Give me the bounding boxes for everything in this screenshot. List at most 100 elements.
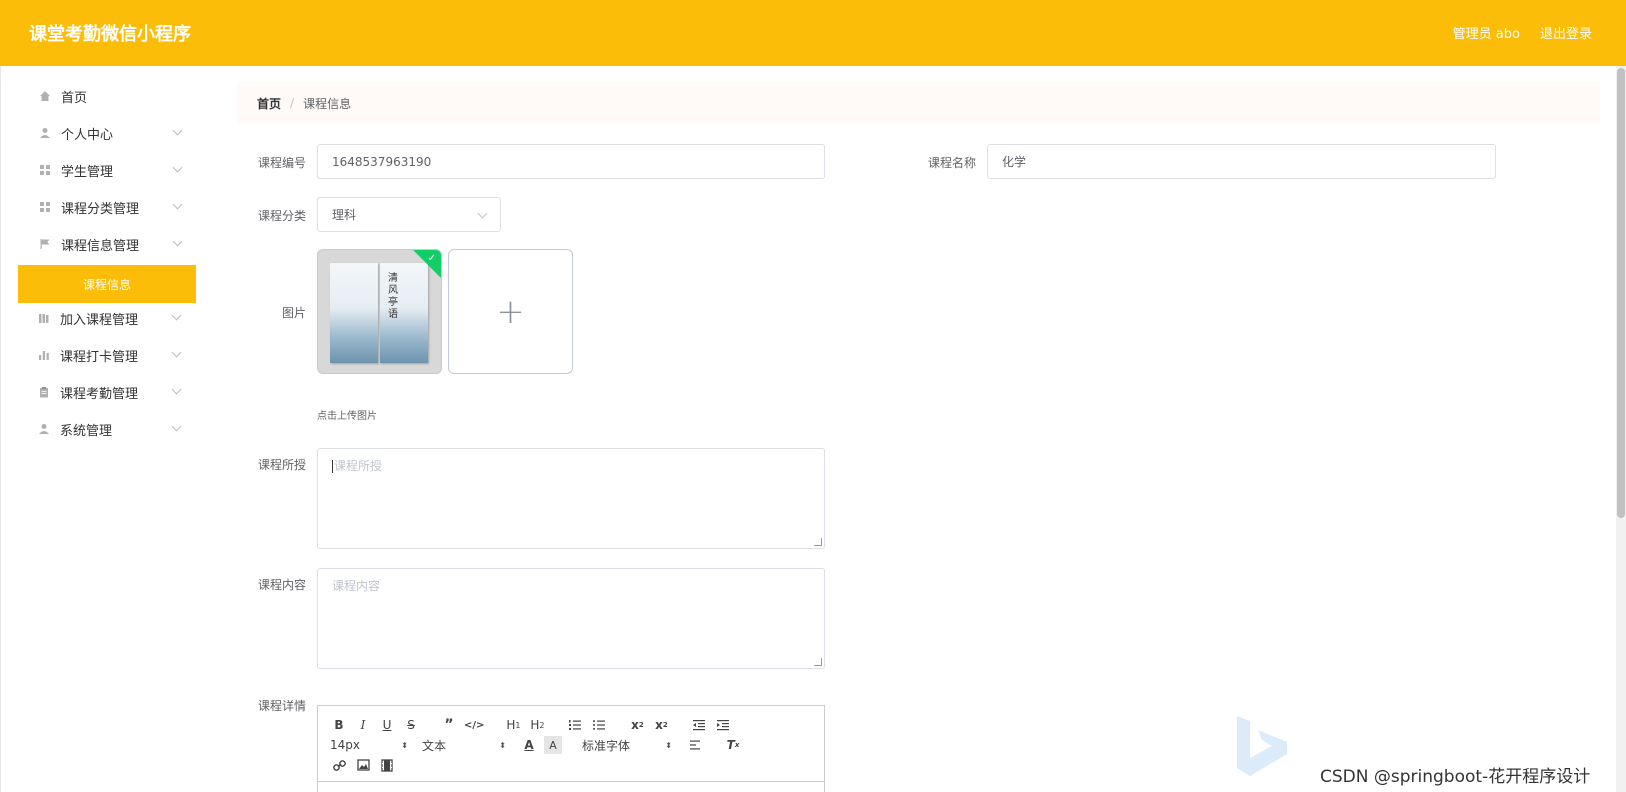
check-icon: ✓ (427, 253, 436, 264)
chevron-down-icon (477, 208, 488, 219)
scrollbar-thumb[interactable] (1617, 68, 1625, 518)
resize-handle-icon[interactable] (814, 658, 822, 666)
watermark-text: CSDN @springboot-花开程序设计 (1320, 767, 1591, 787)
bullet-list-icon[interactable] (590, 716, 608, 734)
sidebar-item-label: 课程考勤管理 (60, 386, 139, 402)
font-size-select[interactable]: 14px ⬍ (330, 736, 408, 754)
upload-tip: 点击上传图片 (317, 411, 377, 422)
detail-label: 课程详情 (257, 699, 306, 713)
chevron-down-icon (171, 421, 182, 432)
editor-toolbar-row-1: B I U S ” </> H1 H2 x2 x2 (330, 716, 738, 734)
editor-toolbar-row-3 (330, 756, 402, 774)
books-icon (38, 312, 50, 324)
sidebar-item-join-course-management[interactable]: 加入课程管理 (38, 306, 188, 330)
course-name-input[interactable]: 化学 (987, 144, 1496, 179)
grid-icon (39, 164, 51, 176)
content-placeholder: 课程内容 (332, 579, 381, 593)
font-size-value: 14px (330, 738, 360, 752)
category-selected-value: 理科 (332, 208, 357, 222)
logout-button[interactable]: 退出登录 (1540, 23, 1592, 42)
category-label: 课程分类 (257, 209, 306, 223)
up-down-arrow-icon: ⬍ (499, 740, 506, 750)
up-down-arrow-icon: ⬍ (401, 740, 408, 750)
grid-icon (39, 201, 51, 213)
sidebar-item-course-category-management[interactable]: 课程分类管理 (39, 195, 189, 219)
breadcrumb-home[interactable]: 首页 (257, 95, 281, 112)
admin-user-label[interactable]: 管理员 abo (1453, 23, 1520, 42)
app-title: 课堂考勤微信小程序 (29, 24, 191, 45)
flag-icon (39, 238, 51, 250)
book-cover-title: 清风亭语 (388, 273, 398, 320)
course-no-label: 课程编号 (257, 156, 306, 170)
subscript-icon[interactable]: x2 (628, 716, 646, 734)
course-no-input[interactable]: 1648537963190 (317, 144, 825, 179)
sidebar-subitem-course-info[interactable]: 课程信息 (18, 265, 196, 303)
indent-icon[interactable] (714, 716, 732, 734)
breadcrumb: 首页 / 课程信息 (237, 82, 1600, 124)
uploaded-image-thumbnail[interactable]: 清风亭语 ✓ (317, 249, 442, 374)
bing-logo-icon (1237, 716, 1287, 776)
content-textarea[interactable]: 课程内容 (317, 568, 825, 669)
editor-toolbar-row-2: 14px ⬍ 文本 ⬍ A A 标准字体 ⬍ Tx (330, 736, 748, 754)
clear-format-icon[interactable]: Tx (724, 736, 742, 754)
sidebar-item-home[interactable]: 首页 (39, 84, 189, 108)
heading-value: 文本 (422, 738, 447, 753)
clipboard-icon (38, 386, 50, 398)
blockquote-icon[interactable]: ” (440, 716, 458, 734)
align-icon[interactable] (686, 736, 704, 754)
sidebar-item-label: 课程分类管理 (61, 201, 140, 217)
rich-text-editor: B I U S ” </> H1 H2 x2 x2 14px ⬍ 文本 ⬍ A … (317, 705, 825, 792)
sidebar-item-label: 系统管理 (60, 423, 113, 439)
superscript-icon[interactable]: x2 (652, 716, 670, 734)
image-upload-button[interactable]: + (448, 249, 573, 374)
chevron-down-icon (171, 347, 182, 358)
home-icon (39, 90, 51, 102)
sidebar-item-course-attendance-management[interactable]: 课程考勤管理 (38, 380, 188, 404)
chevron-down-icon (172, 125, 183, 136)
sidebar-item-label: 加入课程管理 (60, 312, 139, 328)
category-select[interactable]: 理科 (317, 197, 501, 232)
teacher-label: 课程所授 (257, 458, 306, 472)
course-name-value: 化学 (1002, 155, 1027, 169)
editor-content-area[interactable] (318, 781, 824, 782)
sidebar-item-personal-center[interactable]: 个人中心 (39, 121, 189, 145)
sidebar-item-label: 学生管理 (61, 164, 114, 180)
sidebar-item-course-info-management[interactable]: 课程信息管理 (39, 232, 189, 256)
sidebar-item-label: 课程打卡管理 (60, 349, 139, 365)
chevron-down-icon (171, 310, 182, 321)
course-name-label: 课程名称 (927, 156, 976, 170)
font-color-icon[interactable]: A (520, 736, 538, 754)
breadcrumb-separator: / (290, 96, 295, 110)
sidebar-item-course-checkin-management[interactable]: 课程打卡管理 (38, 343, 188, 367)
chevron-down-icon (171, 384, 182, 395)
sidebar-item-label: 课程信息管理 (61, 238, 140, 254)
sidebar-item-system-management[interactable]: 系统管理 (38, 417, 188, 441)
course-no-value: 1648537963190 (332, 154, 432, 169)
sidebar-item-student-management[interactable]: 学生管理 (39, 158, 189, 182)
chevron-down-icon (172, 236, 183, 247)
teacher-textarea[interactable]: 课程所授 (317, 448, 825, 549)
bold-icon[interactable]: B (330, 716, 348, 734)
strikethrough-icon[interactable]: S (402, 716, 420, 734)
font-family-select[interactable]: 标准字体 ⬍ (582, 736, 672, 754)
text-caret (332, 460, 333, 473)
background-color-icon[interactable]: A (544, 736, 562, 754)
heading-select[interactable]: 文本 ⬍ (422, 736, 506, 754)
image-label: 图片 (281, 306, 306, 320)
sidebar-item-label: 首页 (61, 90, 88, 106)
image-icon[interactable] (354, 756, 372, 774)
italic-icon[interactable]: I (354, 716, 372, 734)
resize-handle-icon[interactable] (814, 538, 822, 546)
content-label: 课程内容 (257, 578, 306, 592)
code-block-icon[interactable]: </> (464, 716, 484, 734)
heading-1-icon[interactable]: H1 (504, 716, 522, 734)
plus-icon: + (496, 291, 525, 332)
underline-icon[interactable]: U (378, 716, 396, 734)
font-family-value: 标准字体 (582, 738, 631, 753)
outdent-icon[interactable] (690, 716, 708, 734)
link-icon[interactable] (330, 756, 348, 774)
ordered-list-icon[interactable] (566, 716, 584, 734)
chevron-down-icon (172, 162, 183, 173)
heading-2-icon[interactable]: H2 (528, 716, 546, 734)
video-icon[interactable] (378, 756, 396, 774)
